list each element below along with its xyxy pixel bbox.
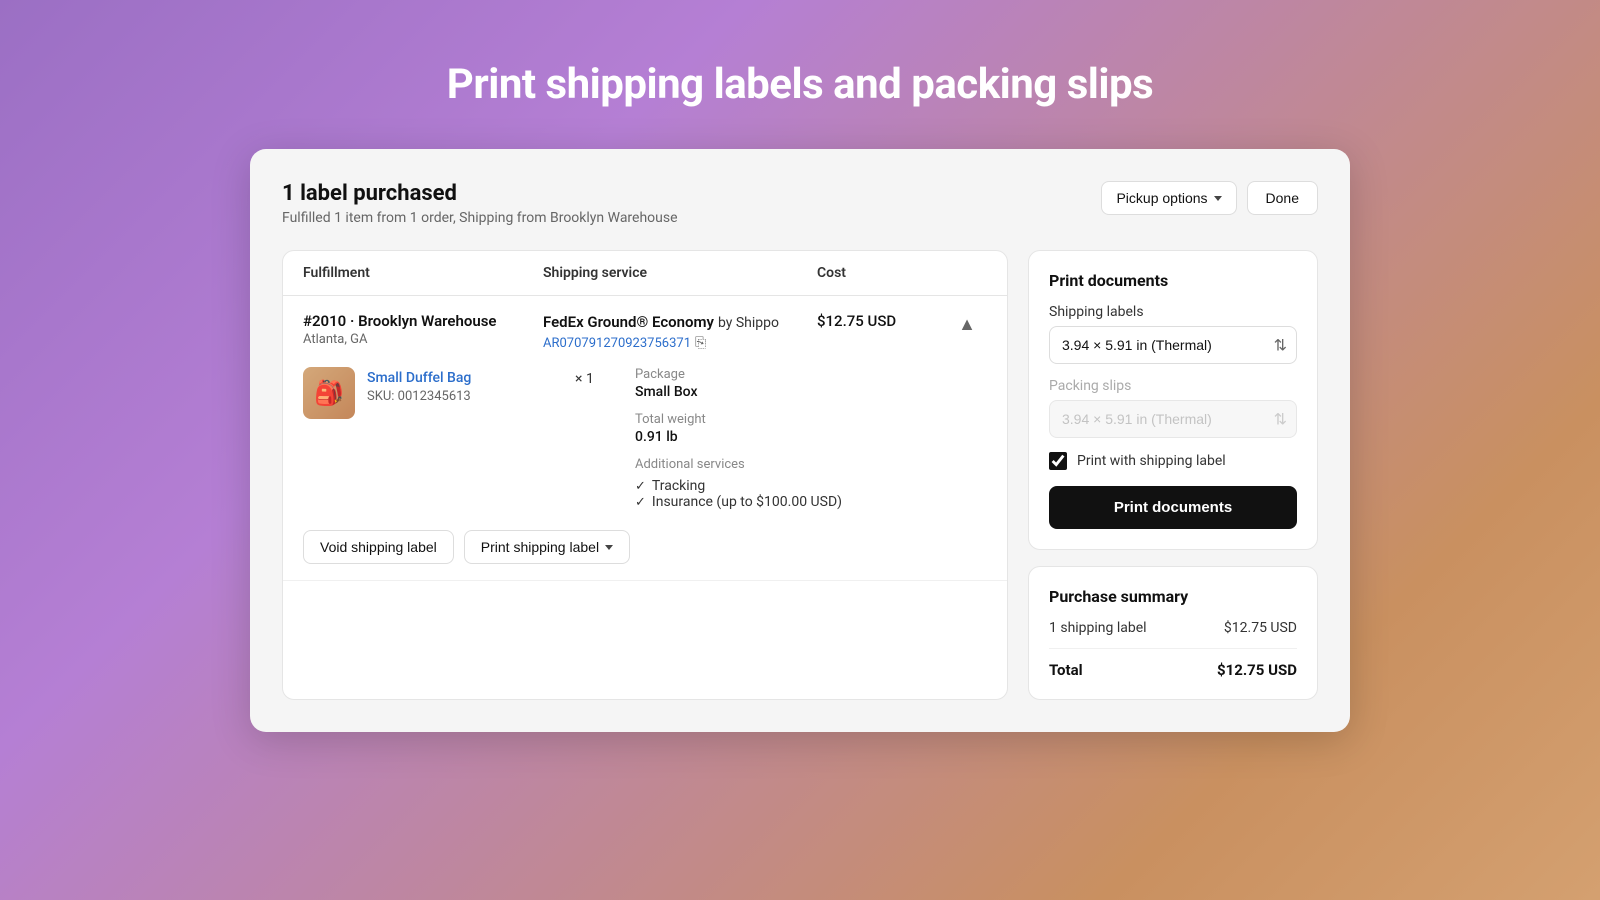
fulfillment-row: #2010 · Brooklyn Warehouse Atlanta, GA F… — [283, 296, 1007, 581]
package-value: Small Box — [635, 384, 987, 400]
col-shipping: Shipping service — [543, 265, 817, 281]
header-actions: Pickup options Done — [1101, 181, 1318, 215]
print-with-label-row: Print with shipping label — [1049, 452, 1297, 470]
card-header-left: 1 label purchased Fulfilled 1 item from … — [282, 181, 678, 226]
expand-button[interactable]: ▲ — [947, 312, 987, 335]
copy-icon: ⎘ — [695, 335, 706, 351]
fulfillment-city: Atlanta, GA — [303, 332, 543, 347]
void-label-button[interactable]: Void shipping label — [303, 530, 454, 564]
tracking-number-link[interactable]: AR070791270923756371 ⎘ — [543, 335, 817, 351]
additional-services: Additional services ✓ Tracking ✓ Insuran… — [635, 457, 987, 510]
item-package-details: Package Small Box Total weight 0.91 lb A… — [635, 367, 987, 510]
print-with-label-checkbox[interactable] — [1049, 452, 1067, 470]
table-header: Fulfillment Shipping service Cost — [283, 251, 1007, 296]
additional-services-label: Additional services — [635, 457, 987, 472]
fulfillment-location: #2010 · Brooklyn Warehouse — [303, 312, 543, 330]
summary-total-row: Total $12.75 USD — [1049, 661, 1297, 679]
shipping-service-col: FedEx Ground® Economy by Shippo AR070791… — [543, 312, 817, 351]
summary-total-label: Total — [1049, 661, 1083, 679]
tracking-number-text: AR070791270923756371 — [543, 336, 691, 351]
row-actions: Void shipping label Print shipping label — [303, 530, 987, 564]
service-tracking: ✓ Tracking — [635, 478, 987, 494]
print-docs-title: Print documents — [1049, 271, 1297, 290]
item-details: Small Duffel Bag SKU: 0012345613 — [367, 367, 471, 404]
cost-value: $12.75 USD — [817, 312, 947, 330]
fulfillment-location-col: #2010 · Brooklyn Warehouse Atlanta, GA — [303, 312, 543, 347]
print-label-text: Print shipping label — [481, 539, 599, 555]
item-info: 🎒 Small Duffel Bag SKU: 0012345613 — [303, 367, 543, 510]
shipping-service-suffix: by Shippo — [718, 315, 779, 331]
col-fulfillment: Fulfillment — [303, 265, 543, 281]
shipping-labels-select-wrapper: 3.94 × 5.91 in (Thermal) ⇅ — [1049, 326, 1297, 364]
service-insurance: ✓ Insurance (up to $100.00 USD) — [635, 494, 987, 510]
print-documents-button[interactable]: Print documents — [1049, 486, 1297, 529]
check-icon-tracking: ✓ — [635, 479, 646, 494]
pickup-options-button[interactable]: Pickup options — [1101, 181, 1236, 215]
packing-slips-select-wrapper: 3.94 × 5.91 in (Thermal) ⇅ — [1049, 400, 1297, 438]
item-row: 🎒 Small Duffel Bag SKU: 0012345613 × 1 P… — [303, 367, 987, 510]
card-header: 1 label purchased Fulfilled 1 item from … — [282, 181, 1318, 226]
done-button[interactable]: Done — [1247, 181, 1318, 215]
shipping-labels-label: Shipping labels — [1049, 304, 1297, 320]
summary-item-label-0: 1 shipping label — [1049, 620, 1147, 636]
summary-item-value-0: $12.75 USD — [1224, 620, 1297, 636]
purchase-summary-title: Purchase summary — [1049, 587, 1297, 606]
service-tracking-text: Tracking — [652, 478, 705, 494]
weight-value: 0.91 lb — [635, 429, 987, 445]
purchase-summary-card: Purchase summary 1 shipping label $12.75… — [1028, 566, 1318, 700]
item-image: 🎒 — [303, 367, 355, 419]
print-with-label-label: Print with shipping label — [1077, 453, 1226, 469]
fulfillment-panel: Fulfillment Shipping service Cost #2010 … — [282, 250, 1008, 700]
page-title: Print shipping labels and packing slips — [447, 60, 1153, 109]
main-card: 1 label purchased Fulfilled 1 item from … — [250, 149, 1350, 732]
package-label: Package — [635, 367, 987, 382]
summary-row-0: 1 shipping label $12.75 USD — [1049, 620, 1297, 649]
item-quantity: × 1 — [555, 371, 635, 510]
shipping-labels-select[interactable]: 3.94 × 5.91 in (Thermal) — [1049, 326, 1297, 364]
card-title: 1 label purchased — [282, 181, 678, 206]
packing-slips-select[interactable]: 3.94 × 5.91 in (Thermal) — [1049, 400, 1297, 438]
print-docs-card: Print documents Shipping labels 3.94 × 5… — [1028, 250, 1318, 550]
check-icon-insurance: ✓ — [635, 495, 646, 510]
pickup-options-label: Pickup options — [1116, 190, 1207, 206]
chevron-down-icon-print — [605, 545, 613, 550]
packing-slips-label: Packing slips — [1049, 378, 1297, 394]
item-name-link[interactable]: Small Duffel Bag — [367, 370, 471, 386]
col-action — [947, 265, 987, 281]
summary-total-value: $12.75 USD — [1217, 661, 1297, 679]
service-insurance-text: Insurance (up to $100.00 USD) — [652, 494, 842, 510]
shipping-service-name: FedEx Ground® Economy — [543, 313, 714, 331]
chevron-down-icon — [1214, 196, 1222, 201]
item-right: × 1 Package Small Box Total weight 0.91 … — [555, 367, 987, 510]
fulfillment-info: #2010 · Brooklyn Warehouse Atlanta, GA F… — [303, 312, 987, 351]
weight-label: Total weight — [635, 412, 987, 427]
item-sku: SKU: 0012345613 — [367, 389, 471, 404]
right-panel: Print documents Shipping labels 3.94 × 5… — [1028, 250, 1318, 700]
card-subtitle: Fulfilled 1 item from 1 order, Shipping … — [282, 210, 678, 226]
col-cost: Cost — [817, 265, 947, 281]
print-label-button[interactable]: Print shipping label — [464, 530, 630, 564]
main-content: Fulfillment Shipping service Cost #2010 … — [282, 250, 1318, 700]
